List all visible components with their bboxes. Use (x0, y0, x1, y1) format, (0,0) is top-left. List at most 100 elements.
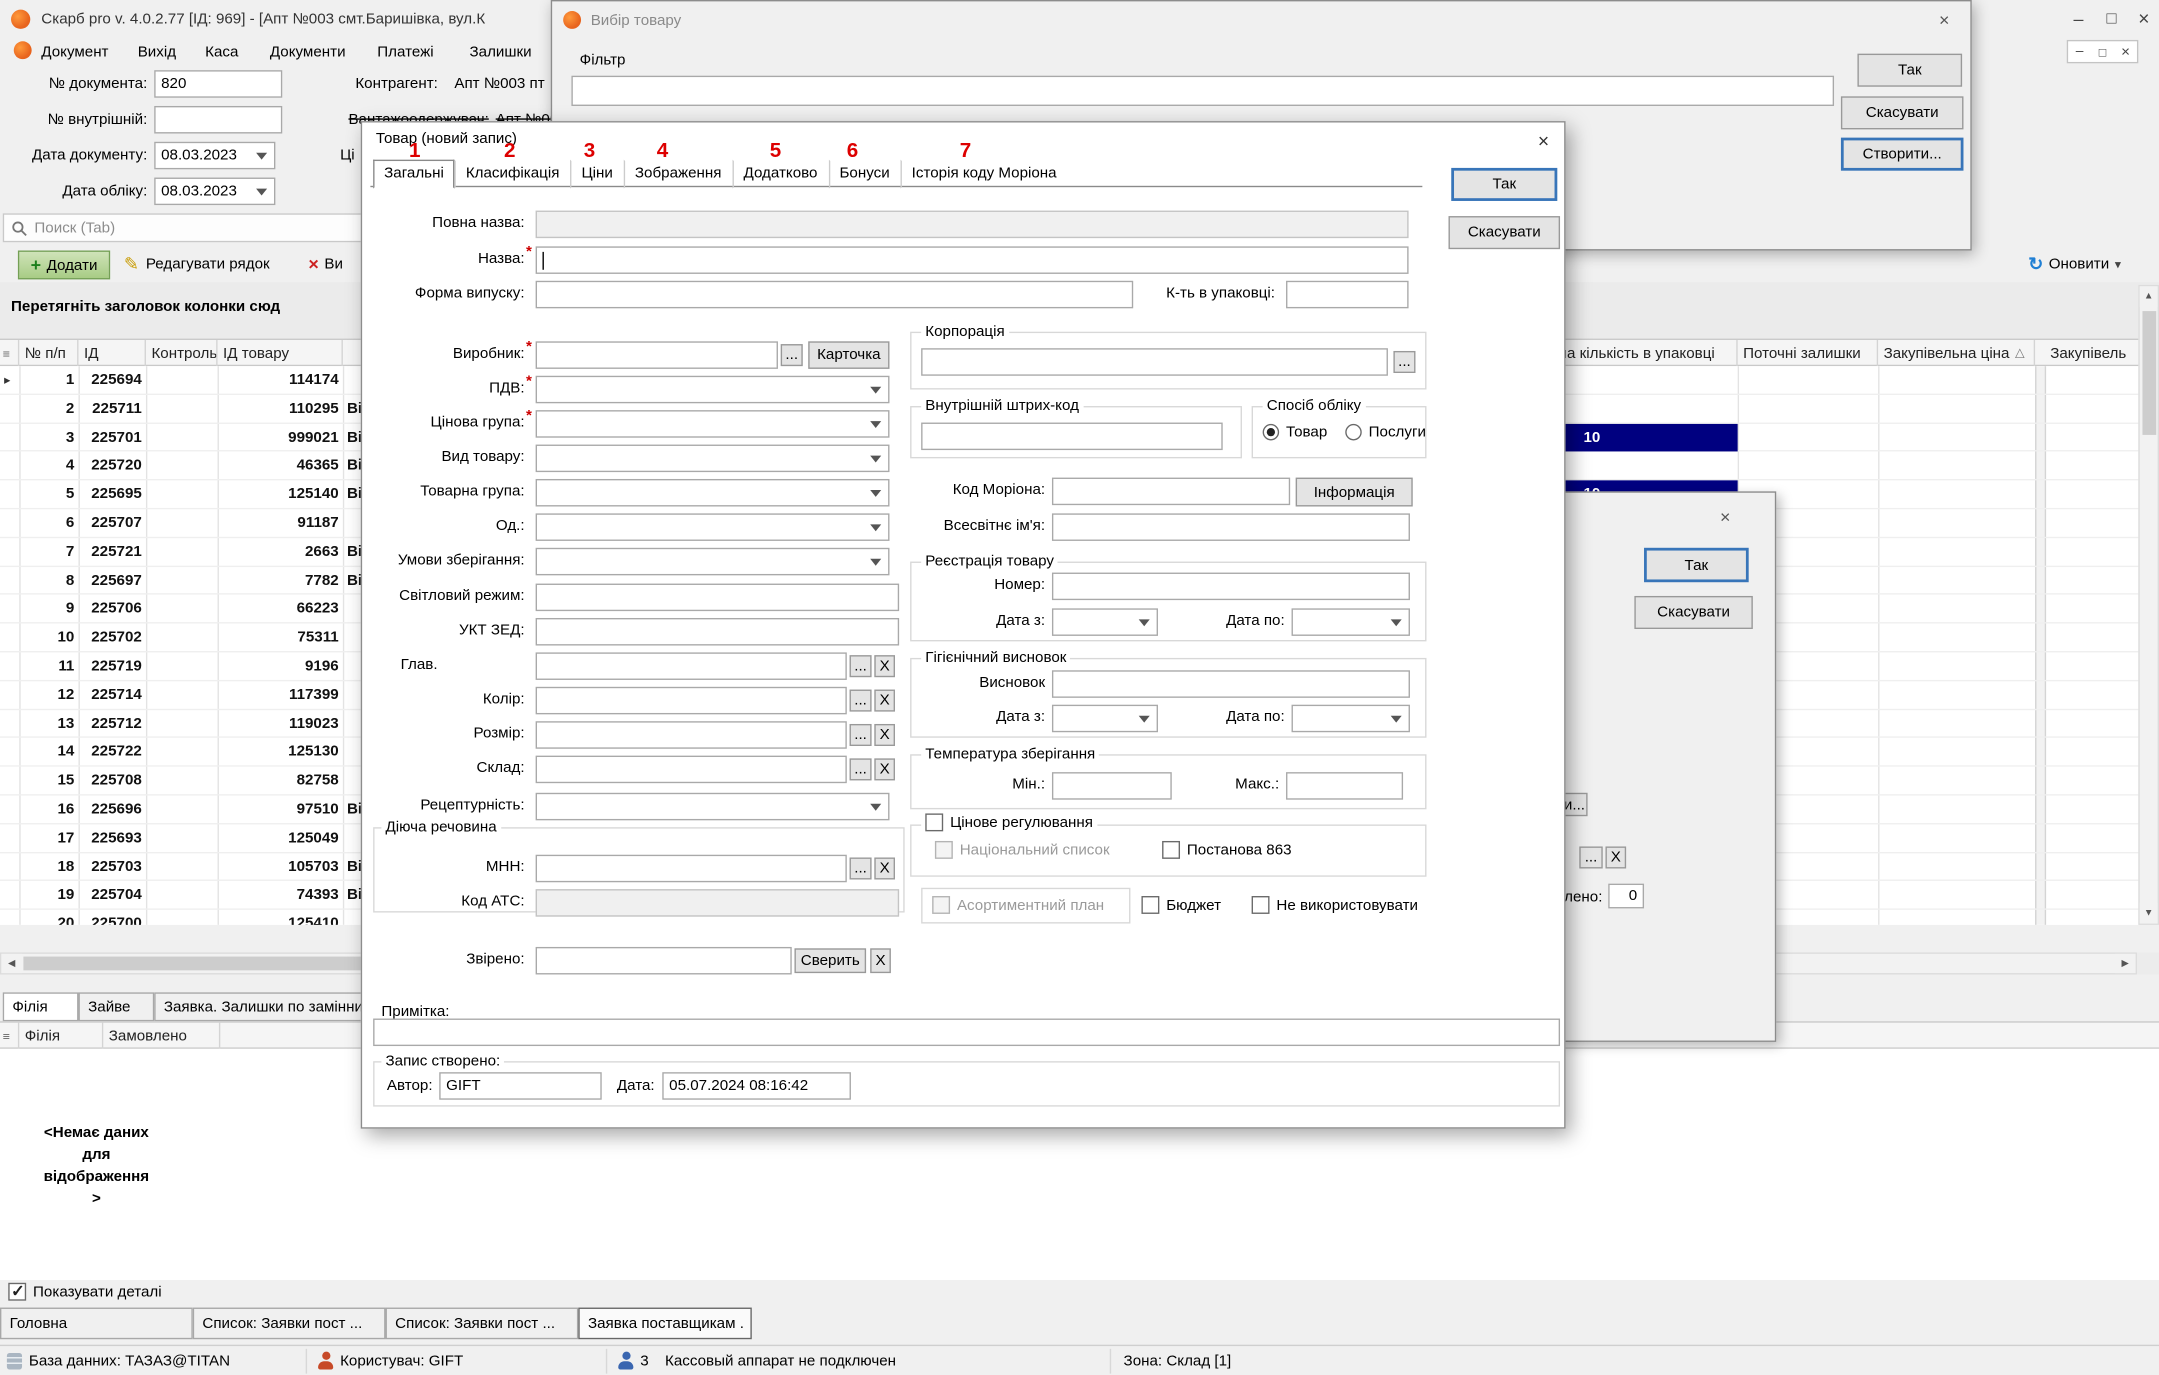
add-button[interactable]: + Додати (18, 251, 110, 280)
scroll-up-icon[interactable]: ▲ (2140, 286, 2158, 307)
select-dialog-create-button[interactable]: Створити... (1841, 138, 1964, 171)
product-cancel-button[interactable]: Скасувати (1449, 216, 1561, 249)
manufacturer-card-button[interactable]: Карточка (808, 341, 889, 369)
column-chooser-icon[interactable]: ≡ (0, 340, 19, 366)
size-lookup-button[interactable]: ... (850, 724, 872, 746)
internal-number-input[interactable] (154, 106, 282, 134)
tab-klasyfikatsiya[interactable]: Класифікація (455, 160, 571, 189)
menu-item-stock[interactable]: Залишки (470, 44, 532, 62)
doc-date-input[interactable]: 08.03.2023 (154, 142, 275, 170)
detail-column-filia[interactable]: Філія (19, 1023, 103, 1049)
barcode-input[interactable] (921, 423, 1223, 451)
menu-item-cash[interactable]: Каса (205, 44, 238, 62)
color-clear-button[interactable]: X (874, 690, 895, 712)
tab-dodatkovo[interactable]: Додатково (733, 160, 829, 189)
budget-checkbox[interactable]: Бюджет (1141, 896, 1221, 914)
close-button[interactable]: × (2129, 0, 2159, 36)
conclusion-input[interactable] (1052, 670, 1410, 698)
pack-qty-input[interactable] (1286, 281, 1409, 309)
vat-select[interactable] (536, 376, 890, 404)
show-details-checkbox[interactable]: Показувати деталі (8, 1283, 161, 1301)
edit-row-button[interactable]: ✎ Редагувати рядок (124, 253, 270, 275)
background-dialog-dots-button[interactable]: ... (1579, 846, 1602, 868)
minimize-button[interactable]: – (2063, 0, 2095, 36)
color-lookup-button[interactable]: ... (850, 690, 872, 712)
glav-clear-button[interactable]: X (874, 655, 895, 677)
background-dialog-close-icon[interactable]: × (1710, 504, 1740, 529)
product-group-select[interactable] (536, 479, 890, 507)
price-group-select[interactable] (536, 410, 890, 438)
column-header-current-stock[interactable]: Поточні залишки (1738, 340, 1878, 366)
mdi-close-button[interactable]: × (2114, 41, 2137, 62)
detail-column-ordered[interactable]: Замовлено (103, 1023, 220, 1049)
morion-info-button[interactable]: Інформація (1296, 478, 1413, 507)
mnn-clear-button[interactable]: X (874, 857, 895, 879)
morion-code-input[interactable] (1052, 478, 1290, 506)
temp-min-input[interactable] (1052, 772, 1172, 800)
warehouse-input[interactable] (536, 756, 847, 784)
select-dialog-ok-button[interactable]: Так (1857, 54, 1962, 87)
light-mode-input[interactable] (536, 584, 900, 612)
note-input[interactable] (373, 1019, 1560, 1047)
scroll-right-icon[interactable]: ▶ (2115, 954, 2136, 973)
mnn-lookup-button[interactable]: ... (850, 857, 872, 879)
prescription-select[interactable] (536, 793, 890, 821)
scroll-left-icon[interactable]: ◀ (1, 954, 22, 973)
filter-input[interactable] (571, 76, 1834, 106)
corporation-input[interactable] (921, 348, 1388, 376)
refresh-dropdown-icon[interactable]: ▾ (2115, 257, 2121, 272)
bottom-tab-golovna[interactable]: Головна (0, 1308, 193, 1340)
menu-item-exit[interactable]: Вихід (138, 44, 176, 62)
glav-lookup-button[interactable]: ... (850, 655, 872, 677)
radio-services[interactable]: Послуги (1345, 424, 1426, 441)
temp-max-input[interactable] (1286, 772, 1403, 800)
tab-istoriya-morion[interactable]: Історія коду Моріона (901, 160, 1068, 189)
detail-column-chooser-icon[interactable]: ≡ (0, 1023, 19, 1049)
not-used-checkbox[interactable]: Не використовувати (1252, 896, 1418, 914)
detail-tab-zayavka[interactable]: Заявка. Залишки по замінник (154, 992, 363, 1021)
vertical-scrollbar[interactable]: ▲ ▼ (2138, 285, 2159, 925)
bottom-tab-zayavka-active[interactable]: Заявка поставщикам . (578, 1308, 751, 1340)
hygiene-date-to-select[interactable] (1292, 705, 1410, 733)
registration-date-from-select[interactable] (1052, 608, 1158, 636)
bottom-tab-list1[interactable]: Список: Заявки пост ... (193, 1308, 386, 1340)
verify-button[interactable]: Сверить (794, 948, 866, 973)
mdi-restore-button[interactable]: □ (2091, 41, 2114, 62)
column-header-purchase-price[interactable]: Закупівельна ціна △ (1878, 340, 2035, 366)
release-form-input[interactable] (536, 281, 1134, 309)
background-dialog-ok-button[interactable]: Так (1644, 548, 1749, 582)
doc-number-input[interactable]: 820 (154, 70, 282, 98)
warehouse-lookup-button[interactable]: ... (850, 758, 872, 780)
refresh-button[interactable]: ↻ Оновити ▾ (2028, 253, 2121, 275)
name-input[interactable] (536, 246, 1409, 274)
storage-conditions-select[interactable] (536, 548, 890, 576)
account-date-input[interactable]: 08.03.2023 (154, 178, 275, 206)
column-header-pack-qty[interactable]: на кількість в упаковці (1553, 340, 1738, 366)
tab-zagalni[interactable]: Загальні (373, 160, 455, 189)
product-type-select[interactable] (536, 445, 890, 473)
glav-input[interactable] (536, 652, 847, 680)
background-dialog-value-input[interactable]: 0 (1608, 884, 1644, 909)
menu-item-documents[interactable]: Документи (270, 44, 346, 62)
verify-clear-button[interactable]: X (870, 948, 891, 973)
mdi-minimize-button[interactable]: – (2068, 41, 2091, 62)
column-header-row-number[interactable]: № п/п (19, 340, 78, 366)
tab-zobrazhennya[interactable]: Зображення (624, 160, 733, 189)
registration-date-to-select[interactable] (1292, 608, 1410, 636)
delete-row-button[interactable]: × Ви (308, 253, 343, 274)
background-dialog-x-button[interactable]: X (1605, 846, 1626, 868)
size-input[interactable] (536, 721, 847, 749)
world-name-input[interactable] (1052, 513, 1410, 541)
select-dialog-close-icon[interactable]: × (1926, 6, 1962, 34)
column-header-id[interactable]: ІД (78, 340, 145, 366)
detail-tab-zaive[interactable]: Зайве (78, 992, 154, 1021)
detail-tab-filia[interactable]: Філія (3, 992, 79, 1021)
column-header-product-id[interactable]: ІД товару (218, 340, 343, 366)
hygiene-date-from-select[interactable] (1052, 705, 1158, 733)
vertical-scroll-thumb[interactable] (2142, 311, 2156, 435)
menu-item-document[interactable]: Документ (41, 44, 108, 62)
maximize-button[interactable]: □ (2096, 0, 2128, 36)
background-dialog-cancel-button[interactable]: Скасувати (1634, 596, 1752, 629)
ukt-zed-input[interactable] (536, 618, 900, 646)
manufacturer-lookup-button[interactable]: ... (781, 344, 803, 366)
